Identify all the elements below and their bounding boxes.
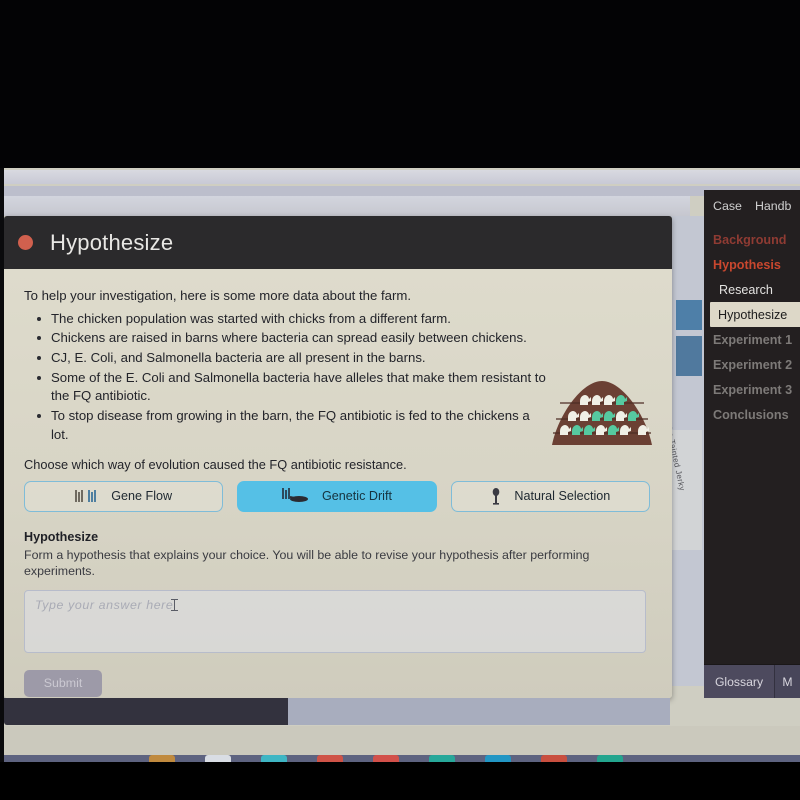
- screen-reflection-band-3: [0, 196, 690, 216]
- photo-bezel-bottom: [0, 762, 800, 800]
- sidebar-item-hypothesize[interactable]: Hypothesize: [710, 302, 800, 327]
- sidebar-item-hypothesis[interactable]: Hypothesis: [704, 252, 800, 277]
- background-page-image-2: [676, 336, 702, 376]
- navigation-sidebar: Case Handb Background Hypothesis Researc…: [704, 190, 800, 698]
- intro-text: To help your investigation, here is some…: [24, 288, 412, 303]
- list-item: Chickens are raised in barns where bacte…: [34, 329, 546, 348]
- sidebar-item-experiment-2[interactable]: Experiment 2: [704, 352, 800, 377]
- screen-reflection-band-2: [0, 186, 800, 196]
- tab-case[interactable]: Case: [713, 199, 742, 213]
- glossary-button[interactable]: Glossary: [704, 665, 774, 698]
- page-title: Hypothesize: [50, 229, 174, 255]
- chromosomes-icon: [75, 489, 99, 504]
- sidebar-tabs: Case Handb: [704, 190, 800, 213]
- sidebar-item-conclusions[interactable]: Conclusions: [704, 402, 800, 427]
- barn-with-chickens-illustration: [550, 381, 654, 447]
- sidebar-item-experiment-1[interactable]: Experiment 1: [704, 327, 800, 352]
- choice-label: Genetic Drift: [321, 489, 392, 504]
- card-body: To help your investigation, here is some…: [4, 269, 672, 698]
- page-footer-dark-strip: [4, 698, 288, 725]
- list-item: CJ, E. Coli, and Salmonella bacteria are…: [34, 349, 546, 368]
- sidebar-item-experiment-3[interactable]: Experiment 3: [704, 377, 800, 402]
- tab-handbook[interactable]: Handb: [755, 199, 792, 213]
- background-page-image-1: [676, 300, 702, 330]
- list-item: To stop disease from growing in the barn…: [34, 407, 546, 444]
- sidebar-item-background[interactable]: Background: [704, 227, 800, 252]
- card-header: Hypothesize: [4, 216, 672, 269]
- submit-button[interactable]: Submit: [24, 669, 102, 697]
- evolution-choice-group: Gene Flow Genetic Drift Natural Selectio…: [24, 480, 650, 512]
- choice-natural-selection[interactable]: Natural Selection: [450, 480, 650, 512]
- hypothesize-section-description: Form a hypothesis that explains your cho…: [24, 547, 590, 578]
- choice-genetic-drift[interactable]: Genetic Drift: [237, 480, 437, 512]
- choice-label: Natural Selection: [514, 489, 611, 504]
- sidebar-item-list: Background Hypothesis Research Hypothesi…: [704, 227, 800, 427]
- photo-bezel-left: [0, 160, 4, 800]
- screen-reflection-band-1: [0, 170, 800, 184]
- choice-label: Gene Flow: [111, 489, 173, 504]
- choice-gene-flow[interactable]: Gene Flow: [24, 480, 224, 512]
- status-dot-icon: [18, 235, 33, 250]
- photo-bezel-top: [0, 0, 800, 168]
- answer-textarea[interactable]: Type your answer here: [24, 589, 646, 653]
- photo-of-screen: Case of the Tainted Jerky Hypothesize To…: [0, 0, 800, 800]
- choose-prompt: Choose which way of evolution caused the…: [24, 456, 407, 472]
- drift-icon: [281, 488, 310, 504]
- selection-pin-icon: [490, 487, 502, 505]
- hypothesize-card: Hypothesize To help your investigation, …: [4, 216, 672, 698]
- more-button[interactable]: M: [774, 665, 800, 698]
- sidebar-item-research[interactable]: Research: [704, 277, 800, 302]
- text-cursor-icon: [171, 598, 179, 611]
- list-item: The chicken population was started with …: [34, 310, 546, 329]
- page-footer-light-strip: [288, 698, 670, 725]
- hypothesize-section-title: Hypothesize: [24, 529, 99, 544]
- answer-placeholder: Type your answer here: [35, 597, 174, 612]
- list-item: Some of the E. Coli and Salmonella bacte…: [34, 369, 546, 406]
- sidebar-bottom-bar: Glossary M: [704, 664, 800, 698]
